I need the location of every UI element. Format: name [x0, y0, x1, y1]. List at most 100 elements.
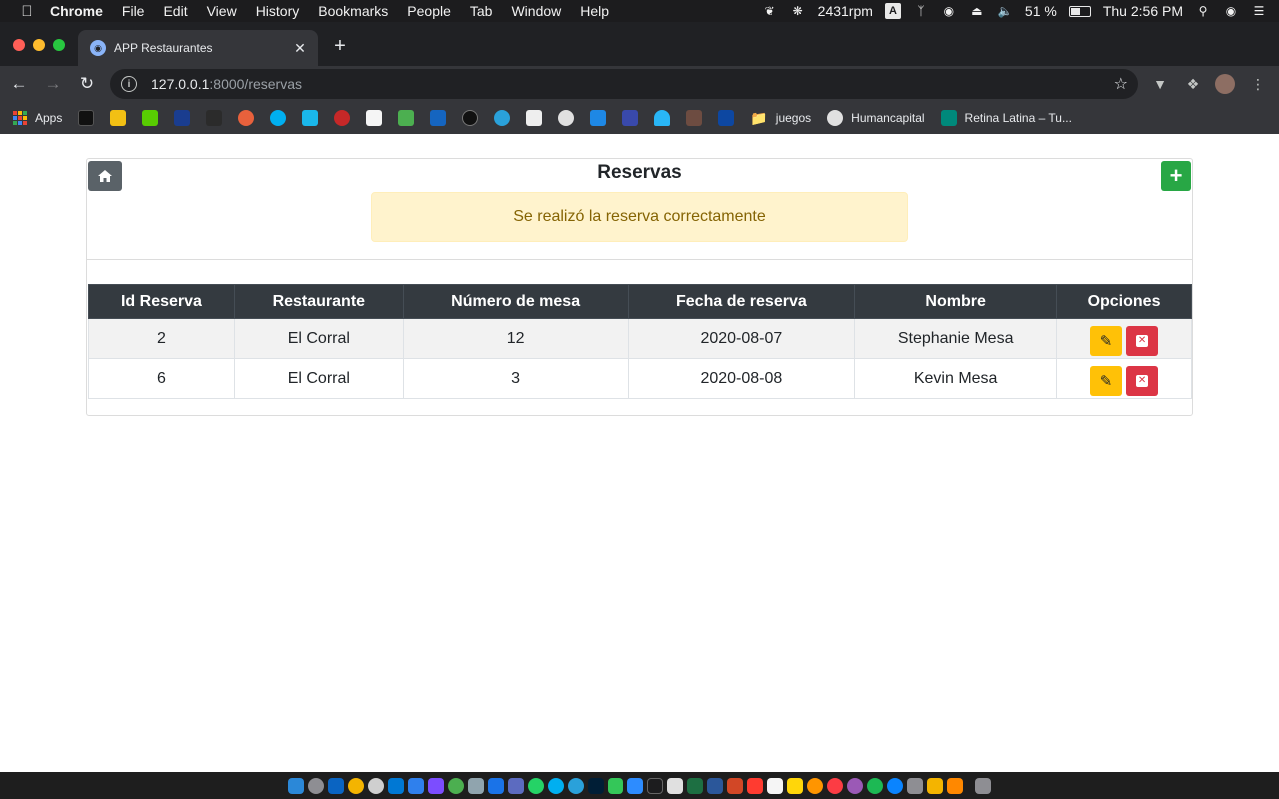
app-icon-purple[interactable] — [427, 777, 444, 794]
app-icon-green[interactable] — [447, 777, 464, 794]
powerpoint-icon[interactable] — [727, 777, 744, 794]
menu-people[interactable]: People — [407, 3, 451, 19]
textedit-icon[interactable] — [767, 777, 784, 794]
whatsapp-icon[interactable] — [527, 777, 544, 794]
bookmark-blue-icon[interactable] — [430, 110, 447, 126]
volume-icon[interactable]: 🔈 — [997, 4, 1013, 18]
edit-button[interactable]: ✎ — [1090, 325, 1123, 356]
bookmark-dark-circle-icon[interactable] — [462, 110, 479, 126]
menu-file[interactable]: File — [122, 3, 145, 19]
bookmark-u-icon[interactable] — [78, 110, 95, 126]
wifi-icon[interactable]: ◉ — [941, 4, 957, 18]
terminal-icon[interactable] — [647, 777, 664, 794]
bookmark-skype-icon[interactable] — [270, 110, 287, 126]
bookmark-fr-icon[interactable] — [174, 110, 191, 126]
skype-icon[interactable] — [547, 777, 564, 794]
menu-window[interactable]: Window — [511, 3, 561, 19]
terminal-app-icon[interactable] — [487, 777, 504, 794]
back-button[interactable]: ← — [4, 69, 34, 99]
bookmark-humancapital[interactable]: Humancapital — [827, 110, 925, 126]
preview-icon[interactable] — [667, 777, 684, 794]
music-icon[interactable] — [827, 777, 844, 794]
menu-tab[interactable]: Tab — [470, 3, 493, 19]
launchpad-icon[interactable] — [307, 777, 324, 794]
tab-app-restaurantes[interactable]: ◉ APP Restaurantes ✕ — [78, 30, 318, 66]
vimeo-extension-icon[interactable]: ▼ — [1150, 74, 1170, 94]
bookmark-retina-latina[interactable]: Retina Latina – Tu... — [940, 110, 1072, 126]
trash-icon[interactable] — [974, 777, 991, 794]
eject-icon[interactable]: ⏏ — [969, 4, 985, 18]
vlc-icon[interactable] — [946, 777, 963, 794]
chrome-icon[interactable] — [347, 777, 364, 794]
site-info-icon[interactable]: i — [121, 76, 137, 92]
bookmark-star-icon[interactable]: ☆ — [1114, 74, 1128, 94]
bookmark-vimeo-icon[interactable] — [302, 110, 319, 126]
bookmark-grid-icon[interactable] — [622, 110, 639, 126]
system-preferences-icon[interactable] — [907, 777, 923, 794]
podcasts-icon[interactable] — [847, 777, 864, 794]
input-source-icon[interactable]: A — [884, 3, 901, 19]
bookmark-ghost-icon[interactable] — [654, 110, 671, 126]
close-window-button[interactable] — [13, 39, 25, 51]
excel-icon[interactable] — [687, 777, 704, 794]
bookmark-m-icon[interactable] — [110, 110, 127, 126]
menu-view[interactable]: View — [207, 3, 237, 19]
bookmark-check-icon[interactable] — [718, 110, 735, 126]
add-reserva-button[interactable]: + — [1161, 161, 1191, 191]
fullscreen-window-button[interactable] — [53, 39, 65, 51]
bookmark-duolingo-icon[interactable] — [142, 110, 159, 126]
profile-avatar[interactable] — [1215, 74, 1235, 94]
calendar-icon[interactable] — [747, 777, 764, 794]
bookmark-trello-icon[interactable] — [590, 110, 607, 126]
bookmark-image-icon[interactable] — [686, 110, 703, 126]
menu-history[interactable]: History — [256, 3, 300, 19]
bookmark-globe-icon[interactable] — [558, 110, 575, 126]
finder-icon[interactable] — [288, 777, 304, 794]
photoshop-icon[interactable] — [587, 777, 604, 794]
fan-speed[interactable]: 2431rpm — [818, 3, 873, 19]
bookmark-telegram-icon[interactable] — [494, 110, 511, 126]
tab-close-icon[interactable]: ✕ — [292, 40, 308, 57]
battery-percent[interactable]: 51 % — [1025, 3, 1057, 19]
xcode-icon[interactable] — [407, 777, 424, 794]
app-store-icon[interactable] — [887, 777, 904, 794]
spotlight-search-icon[interactable]: ⚲ — [1195, 4, 1211, 18]
zoom-icon[interactable] — [627, 777, 644, 794]
menu-edit[interactable]: Edit — [163, 3, 187, 19]
feather-icon[interactable]: ❦ — [762, 4, 778, 18]
delete-button[interactable]: ✕ — [1126, 365, 1159, 396]
notification-center-icon[interactable]: ☰ — [1251, 4, 1267, 18]
telegram-icon[interactable] — [567, 777, 584, 794]
bookmark-orange-icon[interactable] — [238, 110, 255, 126]
spotify-icon[interactable] — [867, 777, 884, 794]
notes-icon[interactable] — [787, 777, 804, 794]
outlook-icon[interactable] — [327, 777, 344, 794]
chrome-menu-icon[interactable]: ⋮ — [1248, 74, 1268, 94]
bookmark-juegos[interactable]: 📁 juegos — [750, 110, 811, 127]
bookmark-apps[interactable]: Apps — [13, 111, 62, 125]
bookmark-green-icon[interactable] — [398, 110, 415, 126]
delete-button[interactable]: ✕ — [1126, 325, 1159, 356]
database-icon[interactable] — [467, 777, 484, 794]
photos-icon[interactable] — [807, 777, 824, 794]
extensions-puzzle-icon[interactable]: ❖ — [1183, 74, 1203, 94]
battery-icon[interactable] — [1068, 5, 1091, 17]
new-tab-button[interactable]: + — [330, 36, 350, 56]
fan-icon[interactable]: ❋ — [790, 4, 806, 18]
menu-bookmarks[interactable]: Bookmarks — [318, 3, 388, 19]
bookmark-speed-icon[interactable] — [334, 110, 351, 126]
gitkraken-icon[interactable] — [367, 777, 384, 794]
bluetooth-icon[interactable]: ᛉ — [913, 4, 929, 18]
reload-button[interactable]: ↻ — [72, 69, 102, 99]
address-bar[interactable]: i 127.0.0.1:8000/reservas ☆ — [110, 69, 1138, 99]
menu-help[interactable]: Help — [580, 3, 609, 19]
minimize-window-button[interactable] — [33, 39, 45, 51]
edit-button[interactable]: ✎ — [1090, 365, 1123, 396]
apple-icon[interactable]:  — [18, 3, 36, 20]
menu-app-name[interactable]: Chrome — [50, 3, 103, 19]
bookmark-sheet-icon[interactable] — [206, 110, 223, 126]
vscode-icon[interactable] — [387, 777, 404, 794]
clock[interactable]: Thu 2:56 PM — [1103, 3, 1183, 19]
app-icon-yellow[interactable] — [927, 777, 943, 794]
siri-icon[interactable]: ◉ — [1223, 4, 1239, 18]
